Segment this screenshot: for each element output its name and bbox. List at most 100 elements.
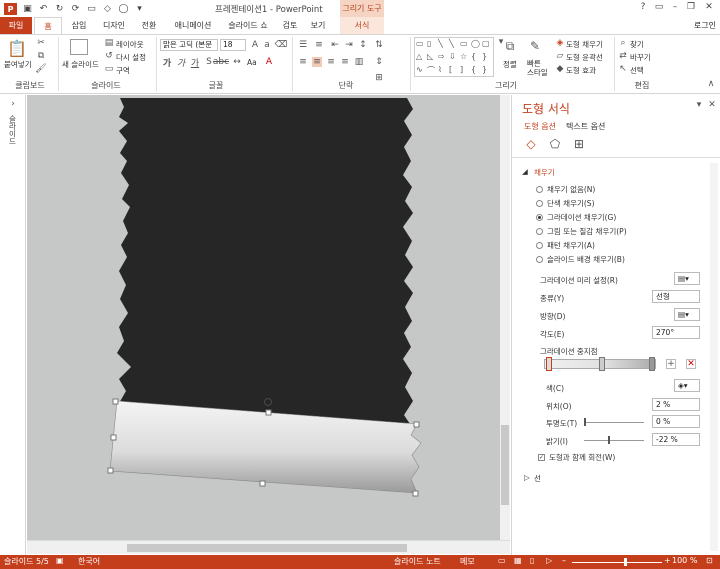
tab-slideshow[interactable]: 슬라이드 쇼: [222, 17, 274, 34]
line-section-header[interactable]: 선: [534, 473, 541, 484]
shape-oval-icon[interactable]: ◯: [471, 39, 481, 51]
decrease-indent-icon[interactable]: ⇤: [330, 40, 340, 50]
collapse-ribbon-icon[interactable]: ∧: [706, 79, 716, 89]
radio-solid-fill[interactable]: 단색 채우기(S): [536, 198, 595, 209]
powerpoint-app-icon[interactable]: P: [4, 3, 17, 15]
brightness-slider[interactable]: [584, 440, 644, 441]
shape-freeform-icon[interactable]: ⌇: [438, 65, 448, 77]
color-dropdown[interactable]: ◈▾: [674, 379, 700, 392]
tab-transitions[interactable]: 전환: [135, 17, 163, 34]
fit-slide-icon[interactable]: ⊡: [706, 556, 713, 565]
selection-handle-top[interactable]: [265, 409, 272, 416]
selection-handle-bl[interactable]: [107, 467, 114, 474]
shape2-icon[interactable]: ◯: [118, 3, 129, 14]
tab-design[interactable]: 디자인: [97, 17, 131, 34]
shape-arrow2-icon[interactable]: ⇩: [449, 52, 459, 64]
arrange-button[interactable]: 정렬: [503, 59, 517, 70]
bold-icon[interactable]: 가: [162, 57, 172, 69]
format-painter-icon[interactable]: 🖌: [35, 64, 46, 74]
shape-star-icon[interactable]: ☆: [460, 52, 470, 64]
help-icon[interactable]: ?: [636, 2, 650, 14]
vertical-scroll-thumb[interactable]: [501, 425, 509, 505]
comments-button[interactable]: 메모: [460, 556, 475, 567]
language-indicator[interactable]: 한국어: [78, 556, 100, 567]
shape-arc-icon[interactable]: ⌒: [427, 65, 437, 77]
select-button[interactable]: 선택: [630, 65, 644, 76]
tab-format[interactable]: 서식: [340, 17, 384, 34]
zoom-slider-thumb[interactable]: [624, 558, 627, 566]
align-text-icon[interactable]: ⇕: [374, 57, 384, 67]
spellcheck-icon[interactable]: ▣: [56, 556, 64, 565]
shape-brace2-icon[interactable]: }: [482, 52, 492, 64]
brightness-slider-thumb[interactable]: [608, 436, 610, 444]
shape-roundrect-icon[interactable]: ▢: [482, 39, 492, 51]
tab-shape-options[interactable]: 도형 옵션: [524, 121, 556, 132]
reading-view-icon[interactable]: ▯: [530, 556, 534, 565]
gradient-preset-dropdown[interactable]: ▤▾: [674, 272, 700, 285]
size-properties-icon[interactable]: ⊞: [572, 137, 586, 151]
shape-brace-icon[interactable]: {: [471, 52, 481, 64]
shape-effects-button[interactable]: 도형 효과: [566, 65, 596, 76]
expand-pane-icon[interactable]: ›: [8, 99, 18, 109]
radio-no-fill[interactable]: 채우기 없음(N): [536, 184, 595, 195]
shape-bracket-icon[interactable]: [: [449, 65, 459, 77]
shape-outline-icon[interactable]: ▱: [555, 51, 565, 61]
radio-picture-fill[interactable]: 그림 또는 질감 채우기(P): [536, 226, 627, 237]
underline-icon[interactable]: 가: [190, 57, 200, 69]
shape-line2-icon[interactable]: ╲: [449, 39, 459, 51]
font-family-combo[interactable]: 맑은 고딕 (본문: [160, 39, 218, 51]
char-spacing-icon[interactable]: ↔: [232, 57, 242, 67]
notes-button[interactable]: 슬라이드 노트: [394, 556, 441, 567]
radio-gradient-fill[interactable]: 그라데이션 채우기(G): [536, 212, 616, 223]
radio-pattern-fill[interactable]: 패턴 채우기(A): [536, 240, 595, 251]
normal-view-icon[interactable]: ▭: [498, 556, 506, 565]
horizontal-scroll-thumb[interactable]: [127, 544, 407, 552]
paste-icon[interactable]: 📋: [7, 39, 27, 58]
shape-brace3-icon[interactable]: {: [471, 65, 481, 77]
transparency-slider[interactable]: [584, 422, 644, 423]
fill-line-icon[interactable]: ◇: [524, 137, 538, 151]
layout-icon[interactable]: ▤: [104, 38, 114, 48]
transparency-slider-thumb[interactable]: [584, 418, 586, 426]
change-case-button[interactable]: Aa: [247, 58, 257, 67]
line-spacing-icon[interactable]: ↕: [358, 40, 368, 50]
panel-options-icon[interactable]: ▾: [694, 100, 704, 110]
shape-brace4-icon[interactable]: }: [482, 65, 492, 77]
repeat-icon[interactable]: ⟳: [70, 3, 81, 14]
minimize-icon[interactable]: –: [668, 2, 682, 14]
selection-handle-mid-l[interactable]: [110, 434, 117, 441]
find-icon[interactable]: ⌕: [618, 38, 628, 48]
shape-triangle-icon[interactable]: △: [416, 52, 426, 64]
strikethrough-icon[interactable]: abc: [213, 57, 229, 67]
undo-icon[interactable]: ↶: [38, 3, 49, 14]
quick-styles-icon[interactable]: ✎: [528, 39, 542, 53]
shape-rtriangle-icon[interactable]: ◺: [427, 52, 437, 64]
selection-handle-br[interactable]: [412, 490, 419, 497]
zoom-out-icon[interactable]: –: [562, 556, 566, 565]
remove-stop-icon[interactable]: ✕: [686, 359, 696, 369]
font-color-icon[interactable]: A: [264, 57, 274, 67]
layout-button[interactable]: 레이아웃: [116, 39, 144, 50]
paste-label[interactable]: 붙여넣기: [4, 59, 32, 70]
select-icon[interactable]: ↖: [618, 64, 628, 74]
tab-insert[interactable]: 삽입: [64, 17, 94, 34]
gradient-stop-1[interactable]: [546, 357, 552, 371]
shape-curve-icon[interactable]: ∿: [416, 65, 426, 77]
new-slide-label[interactable]: 새 슬라이드: [62, 59, 99, 70]
radio-background-fill[interactable]: 슬라이드 배경 채우기(B): [536, 254, 625, 265]
cut-icon[interactable]: ✂: [36, 38, 46, 48]
find-button[interactable]: 찾기: [630, 39, 644, 50]
shape-effects-icon[interactable]: ◆: [555, 64, 565, 74]
rotate-with-shape-checkbox[interactable]: ✓ 도형과 함께 회전(W): [538, 452, 615, 463]
copy-icon[interactable]: ⧉: [36, 51, 46, 61]
section-icon[interactable]: ▭: [104, 64, 114, 74]
shape-icon[interactable]: ◇: [102, 3, 113, 14]
horizontal-scrollbar[interactable]: [27, 540, 510, 554]
shape-fill-icon[interactable]: ◈: [555, 38, 565, 48]
login-link[interactable]: 로그인: [694, 17, 716, 34]
selection-handle-bm[interactable]: [259, 480, 266, 487]
shape-line-icon[interactable]: ╲: [438, 39, 448, 51]
tab-view[interactable]: 보기: [306, 17, 330, 34]
close-icon[interactable]: ✕: [702, 2, 716, 14]
slideshow-start-icon[interactable]: ▭: [86, 3, 97, 14]
